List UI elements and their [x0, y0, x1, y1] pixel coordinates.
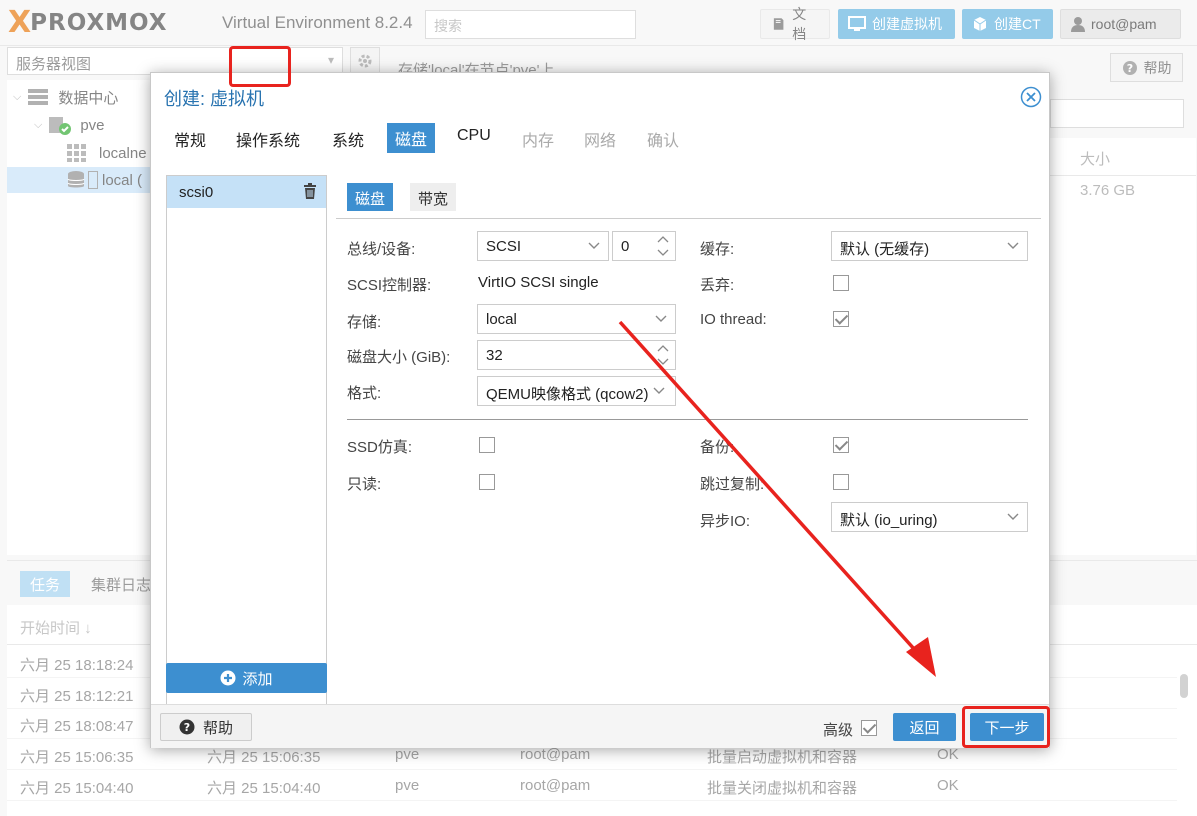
disk-size-input[interactable]: 32 — [477, 340, 676, 370]
disks-tab-highlight — [229, 46, 291, 87]
backup-label: 备份: — [700, 439, 735, 456]
chevron-down-icon — [588, 242, 600, 249]
discard-checkbox[interactable] — [833, 275, 849, 291]
close-icon[interactable] — [1020, 86, 1042, 108]
cache-label: 缓存: — [700, 241, 735, 258]
section-divider — [347, 419, 1028, 420]
next-button-highlight — [962, 706, 1050, 748]
divider — [336, 218, 1041, 219]
async-io-select[interactable]: 默认 (io_uring) — [831, 502, 1028, 532]
create-vm-dialog: 创建: 虚拟机 常规 操作系统 系统 磁盘 CPU 内存 网络 确认 scsi0… — [150, 72, 1050, 748]
cache-select[interactable]: 默认 (无缓存) — [831, 231, 1028, 261]
tab-os[interactable]: 操作系统 — [236, 127, 300, 151]
async-io-label: 异步IO: — [700, 513, 751, 530]
discard-label: 丢弃: — [700, 277, 735, 294]
disk-label: scsi0 — [179, 184, 214, 201]
disk-size-label: 磁盘大小 (GiB): — [347, 349, 451, 366]
skip-replication-checkbox[interactable] — [833, 474, 849, 490]
disk-list: scsi0 — [166, 175, 327, 729]
dialog-footer: ? 帮助 高级 返回 下一步 — [151, 704, 1049, 748]
scsi-controller-value: VirtIO SCSI single — [478, 274, 599, 291]
spinner-arrows-icon[interactable] — [657, 233, 669, 259]
device-number-spinner[interactable]: 0 — [612, 231, 676, 261]
dialog-title: 创建: 虚拟机 — [164, 89, 265, 109]
skip-replication-label: 跳过复制: — [700, 476, 765, 493]
tab-confirm[interactable]: 确认 — [647, 127, 679, 151]
tab-disks[interactable]: 磁盘 — [387, 123, 436, 153]
advanced-label: 高级 — [823, 722, 854, 739]
storage-select[interactable]: local — [477, 304, 676, 334]
tab-network[interactable]: 网络 — [584, 127, 616, 151]
plus-circle-icon — [220, 670, 236, 686]
tab-cpu[interactable]: CPU — [457, 127, 491, 145]
trash-icon[interactable] — [303, 183, 317, 199]
svg-text:?: ? — [184, 721, 190, 734]
ssd-emulation-label: SSD仿真: — [347, 439, 413, 456]
disk-size-value: 32 — [486, 347, 503, 364]
advanced-checkbox[interactable] — [861, 720, 877, 736]
back-button[interactable]: 返回 — [893, 713, 956, 741]
tab-memory[interactable]: 内存 — [522, 127, 554, 151]
subtab-disk[interactable]: 磁盘 — [347, 183, 394, 211]
readonly-checkbox[interactable] — [479, 474, 495, 490]
chevron-down-icon — [1007, 513, 1019, 520]
readonly-label: 只读: — [347, 476, 382, 493]
add-label: 添加 — [242, 670, 273, 688]
storage-label: 存储: — [347, 314, 382, 331]
spinner-arrows-icon[interactable] — [657, 342, 669, 368]
chevron-down-icon — [651, 382, 667, 398]
chevron-down-icon — [655, 315, 667, 322]
async-io-select-value: 默认 (io_uring) — [840, 512, 938, 529]
ssd-emulation-checkbox[interactable] — [479, 437, 495, 453]
help-label: 帮助 — [202, 719, 233, 737]
cache-select-value: 默认 (无缓存) — [840, 241, 930, 258]
device-number-value: 0 — [621, 238, 630, 255]
tab-general[interactable]: 常规 — [174, 127, 206, 151]
help-icon: ? — [179, 719, 195, 735]
format-select-value: QEMU映像格式 (qcow2) — [486, 386, 649, 403]
tab-system[interactable]: 系统 — [332, 127, 364, 151]
list-item-scsi0[interactable]: scsi0 — [167, 176, 326, 208]
bus-select[interactable]: SCSI — [477, 231, 609, 261]
scsi-controller-label: SCSI控制器: — [347, 277, 432, 294]
wizard-tabs: 常规 操作系统 系统 磁盘 CPU 内存 网络 确认 — [151, 118, 1051, 158]
iothread-label: IO thread: — [700, 311, 767, 328]
bus-select-value: SCSI — [486, 238, 522, 255]
format-select[interactable]: QEMU映像格式 (qcow2) — [477, 376, 676, 406]
help-button[interactable]: ? 帮助 — [160, 713, 252, 741]
chevron-down-icon — [1007, 242, 1019, 249]
subtab-bandwidth[interactable]: 带宽 — [410, 183, 457, 211]
bus-device-label: 总线/设备: — [347, 241, 416, 258]
storage-select-value: local — [486, 311, 517, 328]
add-disk-button[interactable]: 添加 — [166, 663, 327, 693]
backup-checkbox[interactable] — [833, 437, 849, 453]
format-label: 格式: — [347, 385, 382, 402]
iothread-checkbox[interactable] — [833, 311, 849, 327]
